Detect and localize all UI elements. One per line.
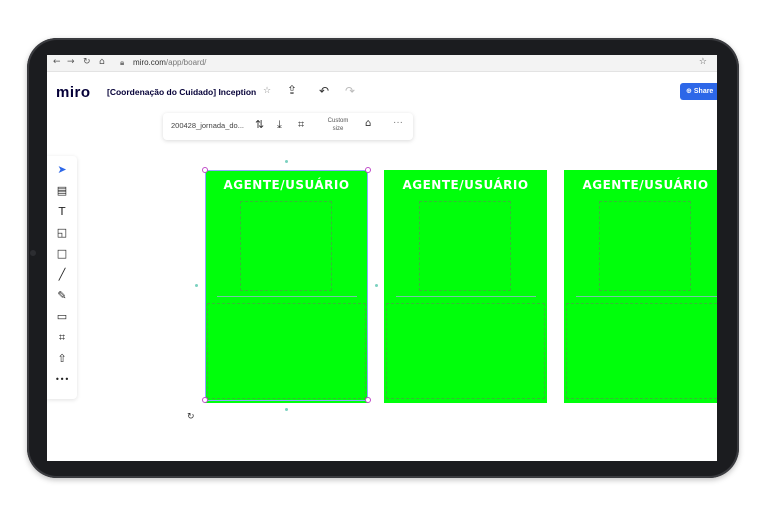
redo-icon[interactable]: ↷ — [345, 84, 355, 98]
resize-handle-top-left[interactable] — [202, 167, 208, 173]
card-divider — [576, 296, 717, 297]
card-title: AGENTE/USUÁRIO — [582, 178, 709, 192]
templates-tool[interactable]: ▤ — [55, 184, 69, 198]
tools-panel: ➤ ▤ T ◱ □ ╱ ✎ ▭ ⌗ ⇧ ••• — [47, 156, 77, 399]
image-file-name[interactable]: 200428_jornada_do... — [171, 121, 244, 130]
board-title[interactable]: [Coordenação do Cuidado] Inception — [107, 87, 256, 97]
upload-tool[interactable]: ⇧ — [55, 352, 69, 366]
card-title: AGENTE/USUÁRIO — [402, 178, 529, 192]
card-divider — [396, 296, 536, 297]
selection-outline — [205, 170, 368, 401]
agent-card-2[interactable]: AGENTE/USUÁRIO — [384, 170, 547, 403]
card-notes-area — [566, 303, 717, 399]
custom-size-line1: Custom — [327, 118, 349, 124]
connector-dot-bottom[interactable] — [285, 408, 288, 411]
unlock-icon[interactable]: ⌂ — [365, 118, 371, 129]
card-image-placeholder — [419, 201, 511, 291]
export-icon[interactable]: ⇪ — [287, 83, 297, 97]
back-icon[interactable]: ← — [53, 57, 61, 67]
image-context-toolbar: 200428_jornada_do... ⇅ ⤓ ⌗ Custom size ⌂… — [163, 113, 413, 140]
crop-icon[interactable]: ⌗ — [298, 118, 304, 132]
rotate-icon[interactable]: ↻ — [187, 412, 195, 422]
resize-handle-top-right[interactable] — [365, 167, 371, 173]
custom-size-line2: size — [332, 126, 344, 132]
home-icon[interactable]: ⌂ — [99, 57, 105, 67]
forward-icon[interactable]: → — [67, 57, 75, 67]
share-label: Share — [693, 88, 714, 95]
pen-tool[interactable]: ✎ — [55, 289, 69, 303]
reload-icon[interactable]: ↻ — [83, 57, 91, 67]
download-icon[interactable]: ⤓ — [277, 118, 282, 132]
connector-dot-right[interactable] — [375, 284, 378, 287]
card-notes-area — [386, 303, 545, 399]
lock-icon: 🔒︎ — [120, 58, 125, 67]
address-bar[interactable]: miro.com/app/board/ — [133, 58, 206, 67]
select-tool[interactable]: ➤ — [55, 163, 69, 177]
sticky-note-tool[interactable]: ◱ — [55, 226, 69, 240]
card-image-placeholder — [599, 201, 691, 291]
tablet-camera — [30, 250, 36, 256]
shape-tool[interactable]: □ — [55, 247, 69, 261]
more-tools[interactable]: ••• — [55, 373, 69, 387]
resize-handle-bottom-right[interactable] — [365, 397, 371, 403]
resize-handle-bottom-left[interactable] — [202, 397, 208, 403]
frame-tool[interactable]: ⌗ — [55, 331, 69, 345]
connector-dot-left[interactable] — [195, 284, 198, 287]
miro-logo[interactable]: miro — [56, 84, 91, 101]
globe-icon: ⊕ — [686, 87, 692, 95]
undo-icon[interactable]: ↶ — [319, 84, 329, 98]
bookmark-star-icon[interactable]: ☆ — [699, 57, 707, 67]
browser-bar: ← → ↻ ⌂ 🔒︎ miro.com/app/board/ ☆ — [47, 55, 717, 72]
url-host: miro.com — [133, 58, 166, 67]
screen: ← → ↻ ⌂ 🔒︎ miro.com/app/board/ ☆ miro [C… — [47, 55, 717, 461]
text-tool[interactable]: T — [55, 205, 69, 219]
favorite-star-icon[interactable]: ☆ — [263, 86, 271, 96]
comment-tool[interactable]: ▭ — [55, 310, 69, 324]
url-path: /app/board/ — [165, 58, 207, 67]
more-options-icon[interactable]: ··· — [393, 117, 403, 128]
line-tool[interactable]: ╱ — [55, 268, 69, 282]
swap-image-icon[interactable]: ⇅ — [255, 118, 264, 131]
custom-size-control[interactable]: Custom size — [323, 117, 353, 133]
connector-dot-top[interactable] — [285, 160, 288, 163]
agent-card-3[interactable]: AGENTE/USUÁRIO — [564, 170, 717, 403]
share-button[interactable]: ⊕ Share — [680, 83, 717, 100]
